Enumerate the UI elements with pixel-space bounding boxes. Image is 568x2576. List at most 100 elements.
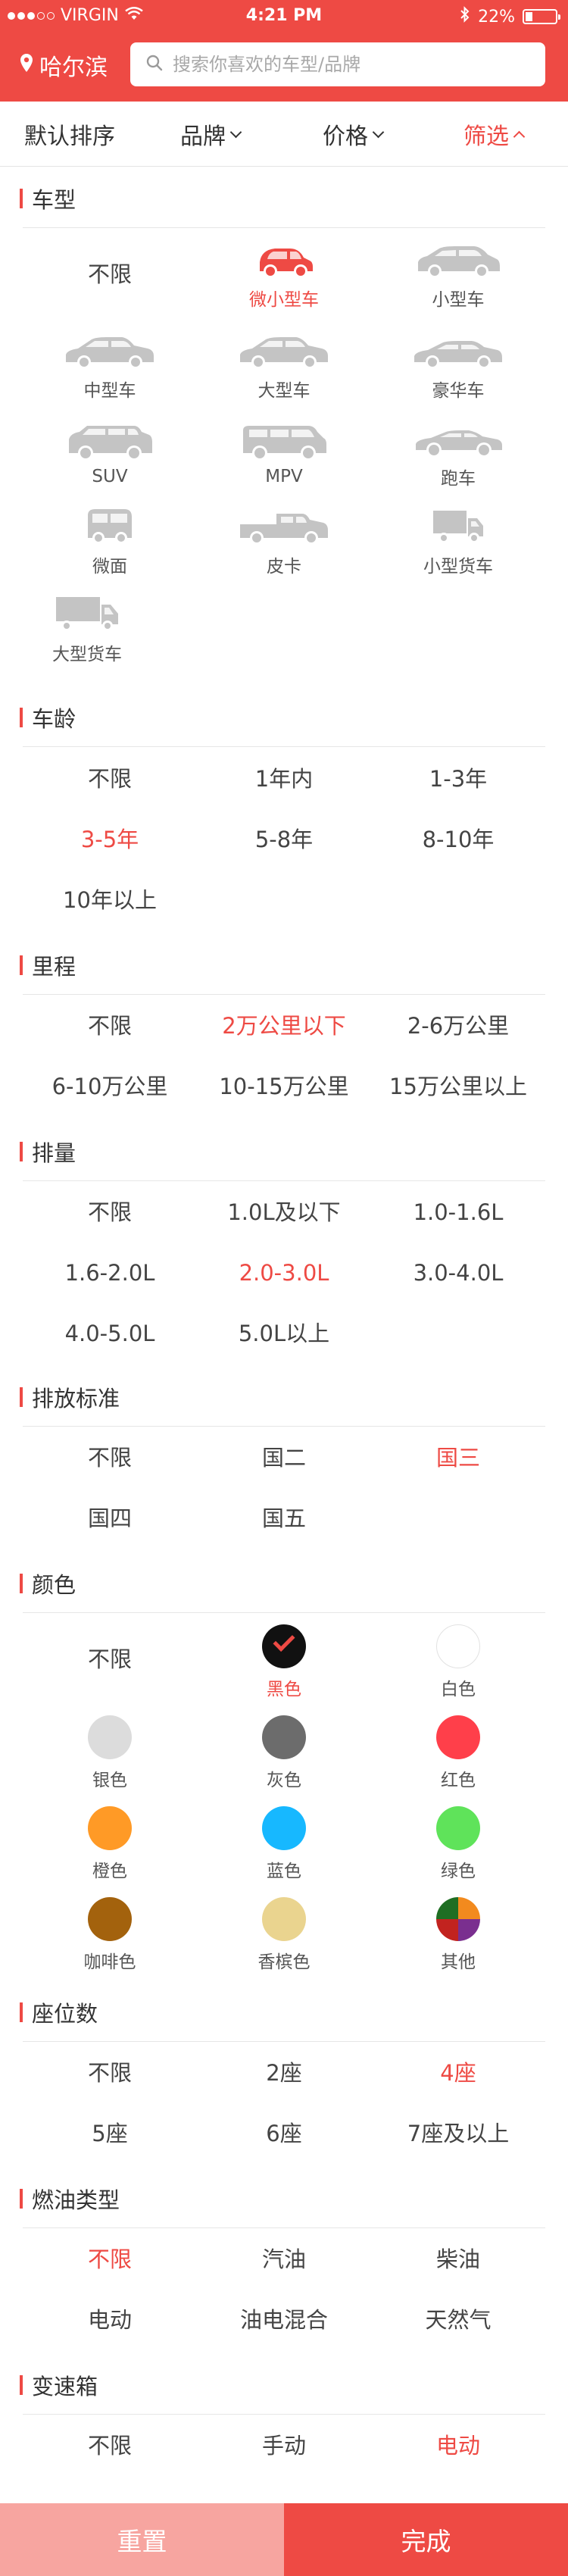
- color-option[interactable]: 灰色: [197, 1715, 371, 1791]
- color-option[interactable]: 白色: [371, 1624, 545, 1700]
- emission-option[interactable]: 国四: [23, 1503, 197, 1533]
- color-option[interactable]: 橙色: [23, 1806, 197, 1882]
- color-label: 蓝色: [267, 1862, 301, 1881]
- section-car-age: 车龄: [20, 702, 76, 733]
- car-age-option[interactable]: 不限: [23, 764, 197, 794]
- displacement-option[interactable]: 不限: [23, 1197, 197, 1227]
- color-option[interactable]: 蓝色: [197, 1806, 371, 1882]
- car-age-option[interactable]: 8-10年: [371, 824, 545, 855]
- car-type-small-truck[interactable]: 小型货车: [371, 503, 545, 577]
- reset-button[interactable]: 重置: [0, 2503, 284, 2576]
- sort-price-label: 价格: [323, 123, 368, 150]
- microvan-icon: [63, 503, 157, 547]
- section-title: 燃油类型: [32, 2187, 120, 2213]
- color-swatch: [436, 1715, 480, 1759]
- fuel-option[interactable]: 不限: [23, 2244, 197, 2274]
- seats-option[interactable]: 7座及以上: [371, 2118, 545, 2149]
- color-option[interactable]: 香槟色: [197, 1897, 371, 1973]
- car-age-option[interactable]: 1年内: [197, 764, 371, 794]
- car-type-midsize[interactable]: 中型车: [23, 327, 197, 402]
- color-swatch: [262, 1806, 306, 1850]
- car-type-unlimited[interactable]: 不限: [23, 259, 197, 289]
- fuel-option[interactable]: 电动: [23, 2305, 197, 2335]
- transmission-option[interactable]: 手动: [197, 2431, 371, 2461]
- done-button[interactable]: 完成: [284, 2503, 568, 2576]
- mileage-option[interactable]: 2万公里以下: [197, 1011, 371, 1041]
- large-car-icon: [237, 327, 331, 371]
- sort-brand[interactable]: 品牌: [180, 102, 242, 167]
- section-title: 排放标准: [32, 1386, 120, 1411]
- sports-car-icon: [411, 415, 505, 459]
- color-option[interactable]: 咖啡色: [23, 1897, 197, 1973]
- displacement-option[interactable]: 2.0-3.0L: [197, 1258, 371, 1288]
- emission-option[interactable]: 国五: [197, 1503, 371, 1533]
- fuel-option[interactable]: 汽油: [197, 2244, 371, 2274]
- location-pin-icon: [20, 52, 33, 79]
- search-box[interactable]: [130, 42, 545, 86]
- displacement-option[interactable]: 1.6-2.0L: [23, 1258, 197, 1288]
- section-title: 里程: [32, 954, 76, 980]
- car-type-sports[interactable]: 跑车: [371, 415, 545, 489]
- chevron-up-icon: [513, 130, 526, 142]
- car-age-option[interactable]: 1-3年: [371, 764, 545, 794]
- car-type-microvan[interactable]: 微面: [23, 503, 197, 577]
- transmission-option[interactable]: 不限: [23, 2431, 197, 2461]
- emission-option[interactable]: 国三: [371, 1443, 545, 1473]
- seats-option[interactable]: 4座: [371, 2058, 545, 2088]
- color-option[interactable]: 其他: [371, 1897, 545, 1973]
- mileage-option[interactable]: 2-6万公里: [371, 1011, 545, 1041]
- car-type-large[interactable]: 大型车: [197, 327, 371, 402]
- color-option[interactable]: 银色: [23, 1715, 197, 1791]
- sort-filter[interactable]: 筛选: [463, 102, 526, 167]
- section-title: 车型: [32, 187, 76, 213]
- displacement-option[interactable]: 1.0L及以下: [197, 1197, 371, 1227]
- displacement-option[interactable]: 5.0L以上: [197, 1318, 371, 1349]
- midsize-car-icon: [63, 327, 157, 371]
- car-type-pickup[interactable]: 皮卡: [197, 503, 371, 577]
- car-age-option[interactable]: 5-8年: [197, 824, 371, 855]
- fuel-option[interactable]: 柴油: [371, 2244, 545, 2274]
- section-transmission: 变速箱: [20, 2370, 98, 2400]
- section-title: 变速箱: [32, 2374, 98, 2399]
- car-type-large-truck[interactable]: 大型货车: [0, 591, 174, 665]
- color-option[interactable]: 绿色: [371, 1806, 545, 1882]
- section-title: 座位数: [32, 2001, 98, 2027]
- sort-price[interactable]: 价格: [323, 102, 385, 167]
- color-unlimited[interactable]: 不限: [23, 1644, 197, 1674]
- mileage-option[interactable]: 15万公里以上: [371, 1071, 545, 1102]
- section-emission: 排放标准: [20, 1382, 120, 1412]
- seats-option[interactable]: 不限: [23, 2058, 197, 2088]
- car-type-small[interactable]: 小型车: [371, 236, 545, 311]
- color-option[interactable]: 黑色: [197, 1624, 371, 1700]
- seats-option[interactable]: 6座: [197, 2118, 371, 2149]
- car-type-mpv[interactable]: MPV: [197, 418, 371, 486]
- car-type-luxury[interactable]: 豪华车: [371, 327, 545, 402]
- car-age-option[interactable]: 10年以上: [23, 885, 197, 915]
- seats-option[interactable]: 5座: [23, 2118, 197, 2149]
- mileage-option[interactable]: 6-10万公里: [23, 1071, 197, 1102]
- color-label: 其他: [441, 1952, 476, 1972]
- car-type-suv[interactable]: SUV: [23, 418, 197, 486]
- displacement-option[interactable]: 4.0-5.0L: [23, 1318, 197, 1349]
- color-swatch: [88, 1715, 132, 1759]
- bluetooth-icon: [460, 6, 470, 27]
- mileage-option[interactable]: 10-15万公里: [197, 1071, 371, 1102]
- car-type-mini[interactable]: 微小型车: [197, 236, 371, 311]
- city-selector[interactable]: 哈尔滨: [20, 48, 108, 82]
- emission-option[interactable]: 不限: [23, 1443, 197, 1473]
- car-age-option[interactable]: 3-5年: [23, 824, 197, 855]
- emission-option[interactable]: 国二: [197, 1443, 371, 1473]
- fuel-option[interactable]: 油电混合: [197, 2305, 371, 2335]
- mileage-option[interactable]: 不限: [23, 1011, 197, 1041]
- seats-option[interactable]: 2座: [197, 2058, 371, 2088]
- section-displacement: 排量: [20, 1136, 76, 1167]
- transmission-option[interactable]: 电动: [371, 2431, 545, 2461]
- displacement-option[interactable]: 1.0-1.6L: [371, 1197, 545, 1227]
- color-option[interactable]: 红色: [371, 1715, 545, 1791]
- fuel-option[interactable]: 天然气: [371, 2305, 545, 2335]
- displacement-option[interactable]: 3.0-4.0L: [371, 1258, 545, 1288]
- color-label: 黑色: [267, 1680, 301, 1699]
- sort-default[interactable]: 默认排序: [24, 102, 115, 167]
- search-input[interactable]: [173, 54, 521, 75]
- section-seats: 座位数: [20, 1997, 98, 2027]
